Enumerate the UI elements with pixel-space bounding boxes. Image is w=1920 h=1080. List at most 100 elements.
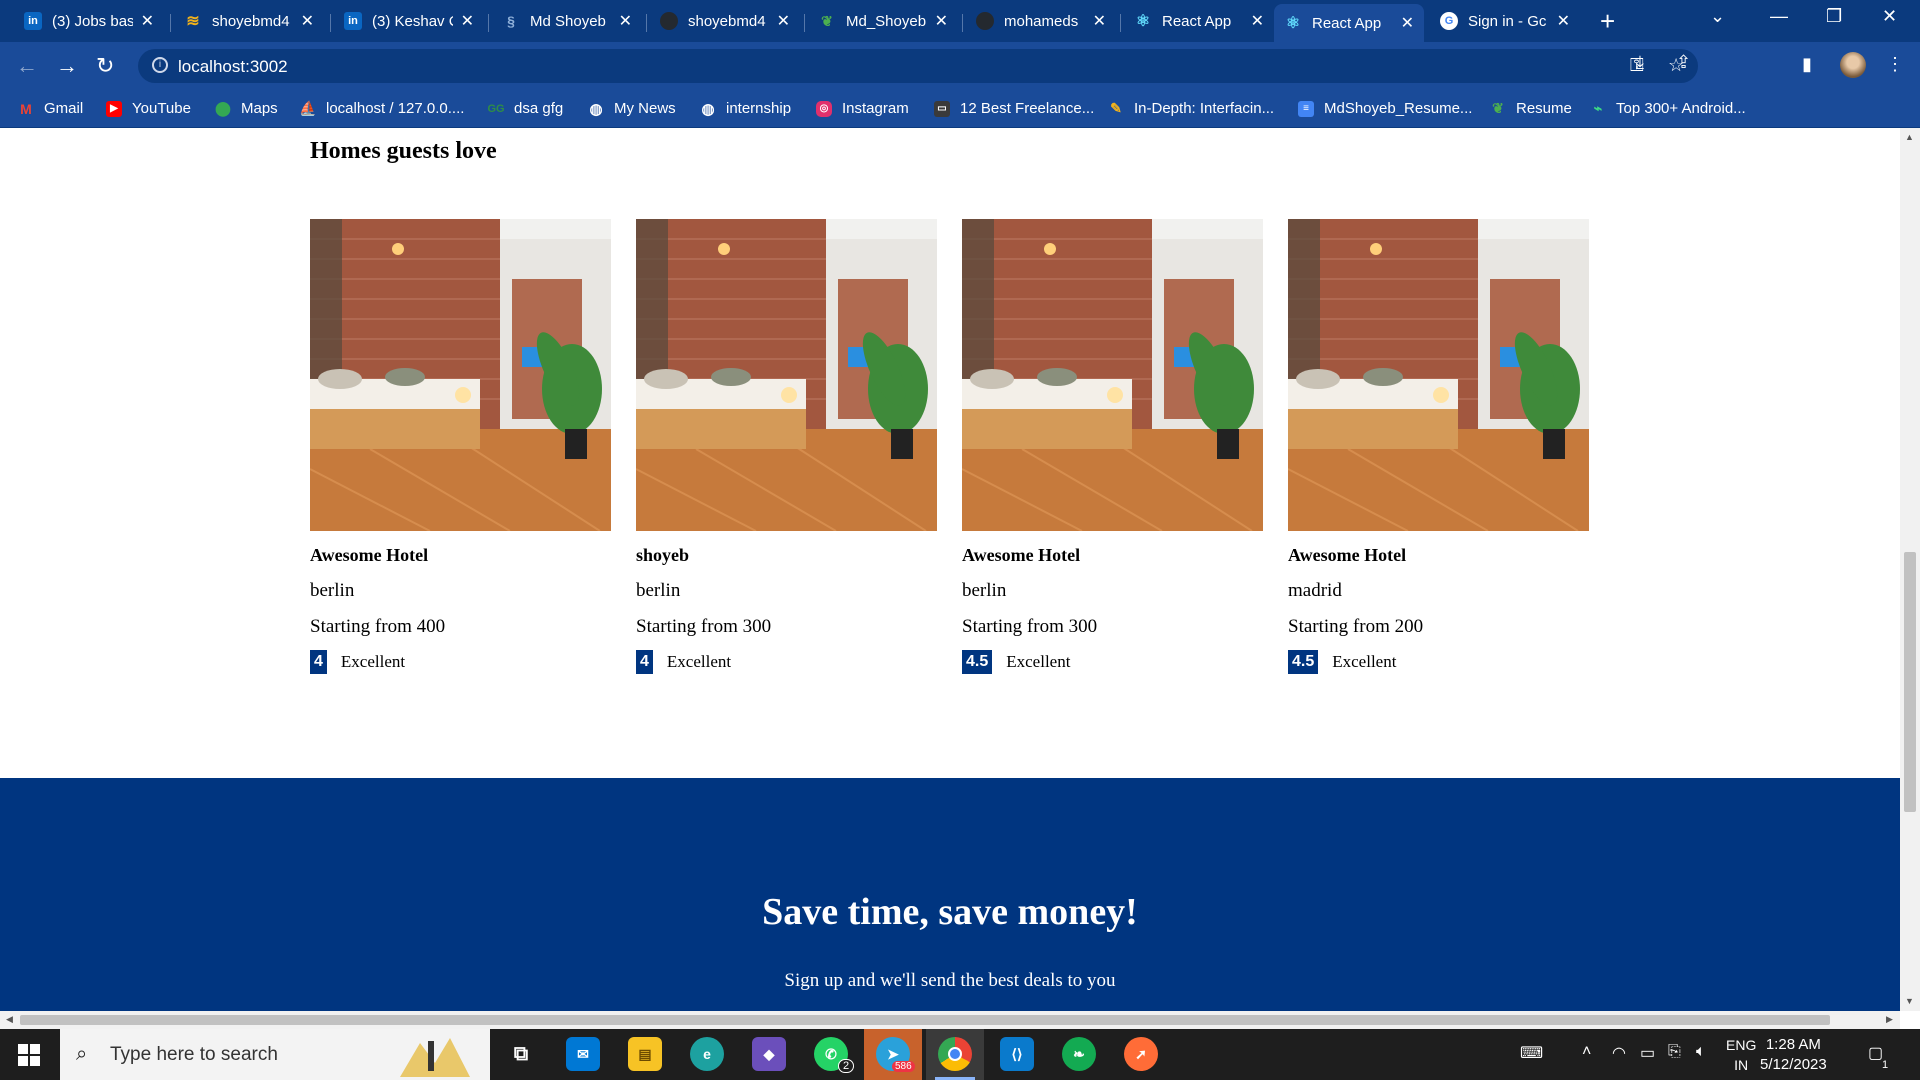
tab-label: (3) Jobs bas — [52, 12, 133, 30]
close-icon[interactable]: ✕ — [461, 11, 474, 31]
close-icon[interactable]: ✕ — [301, 11, 314, 31]
tab-md-shoyeb-leaf[interactable]: ❦ Md_Shoyeb ✕ — [808, 6, 958, 36]
hotel-card[interactable]: shoyeb berlin Starting from 300 4 Excell… — [636, 219, 937, 674]
address-bar[interactable]: i localhost:3002 ⚿ ☆ — [138, 49, 1698, 83]
edge-icon[interactable]: e — [690, 1037, 724, 1071]
vscode-icon[interactable]: ⟨⟩ — [1000, 1037, 1034, 1071]
battery-icon[interactable]: ▭ — [1640, 1043, 1655, 1063]
tab-google-signin[interactable]: G Sign in - Gc ✕ — [1430, 6, 1580, 36]
close-icon[interactable]: ✕ — [1557, 11, 1570, 31]
close-icon[interactable]: ✕ — [1251, 11, 1264, 31]
new-tab-button[interactable]: + — [1600, 8, 1615, 34]
bookmark-gmail[interactable]: M Gmail — [18, 100, 83, 117]
site-info-icon[interactable]: i — [152, 57, 168, 73]
menu-icon[interactable]: ⋮ — [1886, 54, 1904, 75]
windows-start-button[interactable] — [18, 1044, 40, 1066]
tab-md-shoyeb[interactable]: § Md Shoyeb ✕ — [492, 6, 642, 36]
usb-icon[interactable]: ⎘ — [1668, 1043, 1681, 1061]
postman-icon[interactable]: ➚ — [1124, 1037, 1158, 1071]
wifi-icon[interactable]: ◠ — [1612, 1043, 1626, 1063]
tab-search-icon[interactable]: ⌄ — [1710, 6, 1725, 27]
close-icon[interactable]: ✕ — [619, 11, 632, 31]
horizontal-scrollbar[interactable]: ◀ ▶ — [0, 1011, 1900, 1029]
bookmark-localhost[interactable]: ⛵ localhost / 127.0.0.... — [299, 100, 465, 117]
hotel-name[interactable]: shoyeb — [636, 545, 937, 567]
scrollbar-thumb[interactable] — [1904, 552, 1916, 812]
leaf-icon: ❦ — [1492, 100, 1504, 116]
copilot-icon[interactable]: ◆ — [752, 1037, 786, 1071]
scroll-down-icon[interactable]: ▼ — [1905, 996, 1914, 1006]
bookmark-resume[interactable]: ❦ Resume — [1490, 100, 1572, 117]
scroll-left-icon[interactable]: ◀ — [6, 1014, 13, 1025]
hotel-photo[interactable] — [636, 219, 937, 531]
close-icon[interactable]: ✕ — [1401, 13, 1414, 33]
tab-jobs[interactable]: in (3) Jobs bas ✕ — [14, 6, 164, 36]
task-view-icon[interactable]: ⧉ — [504, 1037, 538, 1071]
keyboard-icon[interactable]: ⌨ — [1520, 1043, 1543, 1063]
tab-github-mohameds[interactable]: mohameds ✕ — [966, 6, 1116, 36]
hotel-card[interactable]: Awesome Hotel berlin Starting from 400 4… — [310, 219, 611, 674]
hotel-photo[interactable] — [962, 219, 1263, 531]
notification-icon[interactable]: ▢ — [1868, 1043, 1883, 1063]
tab-label: Sign in - Gc — [1468, 12, 1547, 30]
hotel-card[interactable]: Awesome Hotel berlin Starting from 300 4… — [962, 219, 1263, 674]
hotel-photo[interactable] — [1288, 219, 1589, 531]
avatar[interactable] — [1840, 52, 1866, 78]
mail-icon[interactable]: ✉ — [566, 1037, 600, 1071]
hotel-photo[interactable] — [310, 219, 611, 531]
close-icon[interactable]: ✕ — [935, 11, 948, 31]
tab-react-app-active[interactable]: ⚛ React App ✕ — [1274, 4, 1424, 42]
scroll-up-icon[interactable]: ▲ — [1905, 132, 1914, 142]
close-icon[interactable]: ✕ — [777, 11, 790, 31]
docs-icon: ≡ — [1298, 100, 1314, 117]
share-icon[interactable]: ⇪ — [1676, 52, 1691, 73]
reload-button[interactable]: ↻ — [96, 52, 114, 80]
tab-react-app[interactable]: ⚛ React App ✕ — [1124, 6, 1274, 36]
bookmark-label: MdShoyeb_Resume... — [1324, 100, 1473, 117]
clock-time: 1:28 AM — [1765, 1036, 1821, 1053]
hotel-name[interactable]: Awesome Hotel — [310, 545, 611, 567]
hotel-name[interactable]: Awesome Hotel — [1288, 545, 1589, 567]
back-button[interactable]: ← — [16, 52, 38, 80]
volume-icon[interactable]: 🔈︎ — [1696, 1043, 1706, 1061]
bookmark-dsa-gfg[interactable]: GG dsa gfg — [487, 100, 563, 117]
bookmark-instagram[interactable]: ◎ Instagram — [816, 100, 909, 117]
chrome-icon[interactable] — [938, 1037, 972, 1071]
tab-keshav[interactable]: in (3) Keshav C ✕ — [334, 6, 484, 36]
bookmark-youtube[interactable]: ▶ YouTube — [106, 100, 191, 117]
bookmark-resume-doc[interactable]: ≡ MdShoyeb_Resume... — [1298, 100, 1472, 117]
bookmark-label: localhost / 127.0.0.... — [326, 100, 465, 117]
bookmark-maps[interactable]: ⬤ Maps — [215, 100, 278, 117]
forward-button[interactable]: → — [56, 52, 78, 80]
minimize-button[interactable]: — — [1770, 6, 1788, 27]
tab-shoyebmd4[interactable]: ≋ shoyebmd4 ✕ — [174, 6, 324, 36]
side-panel-icon[interactable]: ▮ — [1802, 54, 1812, 75]
language-indicator[interactable]: ENG IN — [1726, 1035, 1756, 1075]
close-window-button[interactable]: ✕ — [1882, 6, 1897, 27]
hotel-price: Starting from 200 — [1288, 616, 1424, 637]
show-hidden-icons-icon[interactable]: ˄ — [1582, 1043, 1591, 1061]
bookmark-label: 12 Best Freelance... — [960, 100, 1095, 117]
hotel-name[interactable]: Awesome Hotel — [962, 545, 1263, 567]
bookmark-freelance[interactable]: ▭ 12 Best Freelance... — [934, 100, 1094, 117]
install-icon[interactable]: ⤓ — [1636, 52, 1644, 73]
tab-github-shoyeb[interactable]: shoyebmd4 ✕ — [650, 6, 800, 36]
bookmark-my-news[interactable]: ◍ My News — [588, 100, 675, 118]
bookmark-internship[interactable]: ◍ internship — [700, 100, 791, 118]
close-icon[interactable]: ✕ — [141, 11, 154, 31]
hotel-rating: 4 Excellent — [636, 650, 937, 674]
rating-score-badge: 4 — [636, 650, 653, 674]
vertical-scrollbar[interactable]: ▲ ▼ — [1900, 128, 1920, 1011]
bookmark-android[interactable]: ⌁ Top 300+ Android... — [1590, 100, 1746, 117]
close-icon[interactable]: ✕ — [1093, 11, 1106, 31]
hotel-card[interactable]: Awesome Hotel madrid Starting from 200 4… — [1288, 219, 1589, 674]
scrollbar-thumb[interactable] — [20, 1015, 1830, 1025]
file-explorer-icon[interactable]: ▤ — [628, 1037, 662, 1071]
bookmark-in-depth[interactable]: ✎ In-Depth: Interfacin... — [1108, 100, 1274, 117]
scroll-right-icon[interactable]: ▶ — [1886, 1014, 1893, 1025]
mongodb-icon[interactable]: ❧ — [1062, 1037, 1096, 1071]
restore-button[interactable]: ❐ — [1826, 6, 1842, 27]
bookmarks-bar: M Gmail ▶ YouTube ⬤ Maps ⛵ localhost / 1… — [0, 90, 1920, 128]
taskbar-search[interactable]: ⌕ Type here to search — [60, 1029, 490, 1080]
clock[interactable]: 1:28 AM 5/12/2023 — [1760, 1035, 1827, 1075]
